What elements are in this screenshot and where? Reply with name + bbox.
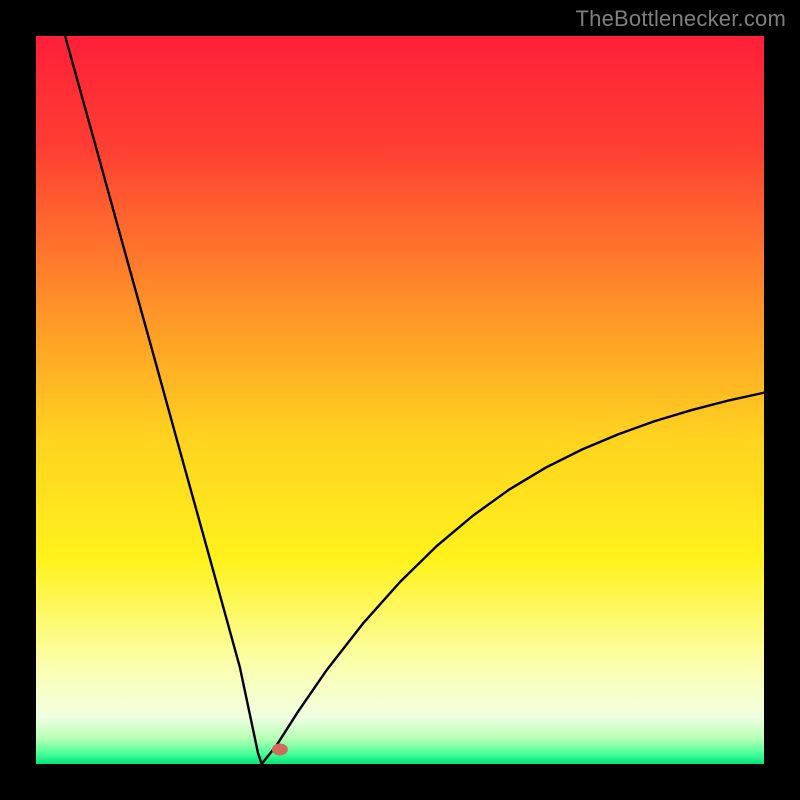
chart-frame: TheBottlenecker.com [0, 0, 800, 800]
plot-background [36, 36, 764, 764]
bottleneck-chart [0, 0, 800, 800]
watermark-text: TheBottlenecker.com [576, 6, 786, 32]
optimal-point-marker [272, 743, 288, 755]
